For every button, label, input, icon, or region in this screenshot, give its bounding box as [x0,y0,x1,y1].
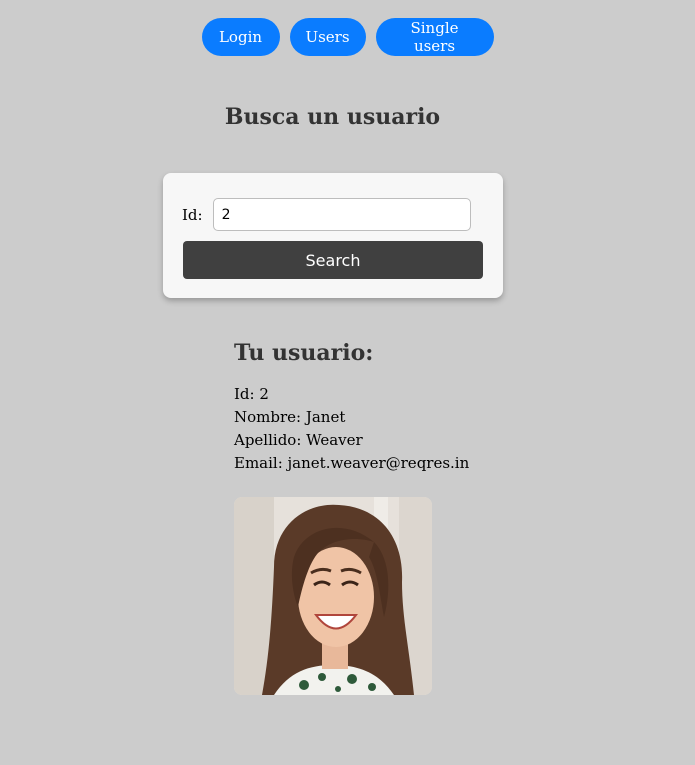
page-title: Busca un usuario [224,104,441,130]
top-nav: Login Users Single users [0,18,695,56]
user-apellido-text: Apellido: Weaver [234,431,363,449]
id-row: Id: [182,198,471,231]
user-heading: Tu usuario: [234,340,374,366]
user-nombre-text: Nombre: Janet [234,408,346,426]
user-photo-icon [234,497,432,695]
single-users-button[interactable]: Single users [375,18,494,56]
search-button[interactable]: Search [183,241,483,279]
user-info: Id: 2 Nombre: Janet Apellido: Weaver Ema… [234,383,469,475]
id-input[interactable] [212,198,471,231]
login-button[interactable]: Login [201,18,280,56]
user-email-text: Email: janet.weaver@reqres.in [234,454,470,472]
users-button[interactable]: Users [289,18,366,56]
user-avatar [234,497,432,695]
user-id-text: Id: 2 [234,385,269,403]
search-card: Id: Search [163,173,503,298]
id-label: Id: [182,205,203,224]
